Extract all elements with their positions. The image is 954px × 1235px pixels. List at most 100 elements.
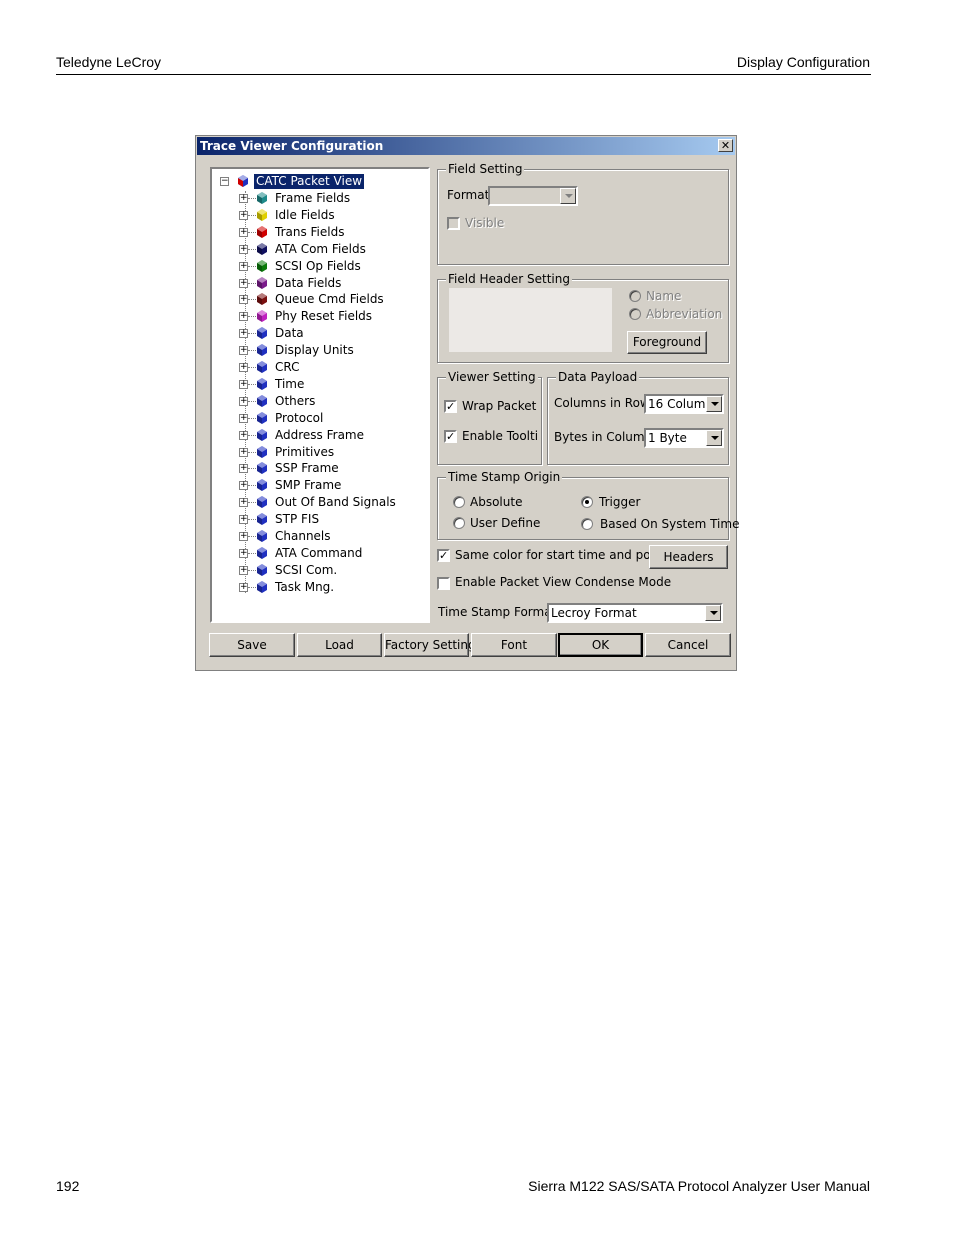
tree-item[interactable]: + Channels	[236, 529, 416, 546]
check-icon: ✓	[446, 430, 456, 443]
check-icon: ✓	[439, 549, 449, 562]
condense-mode-checkbox[interactable]	[437, 577, 450, 590]
dialog-titlebar[interactable]: Trace Viewer Configuration ✕	[197, 137, 735, 155]
format-select[interactable]	[488, 186, 578, 206]
expand-icon[interactable]: +	[239, 413, 248, 423]
tree-item[interactable]: + Out Of Band Signals	[236, 495, 416, 512]
tree-item[interactable]: + SCSI Op Fields	[236, 259, 416, 276]
cube-icon	[257, 445, 267, 458]
expand-icon[interactable]: +	[239, 532, 248, 541]
chevron-down-icon[interactable]	[706, 396, 722, 412]
expand-icon[interactable]: +	[239, 582, 248, 592]
cube-icon	[257, 428, 267, 441]
cube-icon	[257, 208, 267, 221]
tree-item[interactable]: + Task Mng.	[236, 580, 416, 597]
cube-icon	[257, 479, 267, 492]
dialog-title: Trace Viewer Configuration	[200, 139, 384, 153]
close-button[interactable]: ✕	[718, 139, 733, 152]
tree-item[interactable]: + STP FIS	[236, 512, 416, 529]
tree-item[interactable]: + Queue Cmd Fields	[236, 292, 416, 309]
system-time-radio[interactable]	[581, 518, 593, 530]
absolute-radio[interactable]	[453, 496, 465, 508]
expand-icon[interactable]: +	[239, 548, 248, 558]
cancel-button[interactable]: Cancel	[645, 633, 731, 657]
tree-item-label: Idle Fields	[275, 207, 335, 222]
expand-icon[interactable]: +	[239, 464, 248, 474]
chevron-down-icon[interactable]	[560, 188, 576, 204]
tree-item[interactable]: + Others	[236, 394, 416, 411]
abbreviation-radio[interactable]	[629, 308, 641, 320]
cube-icon	[257, 546, 267, 559]
expand-icon[interactable]: +	[239, 498, 248, 508]
name-radio[interactable]	[629, 290, 641, 302]
expand-icon[interactable]: +	[239, 227, 248, 237]
trigger-radio[interactable]	[581, 496, 593, 508]
field-header-preview	[449, 288, 612, 352]
tree-item[interactable]: + Primitives	[236, 445, 416, 462]
expand-icon[interactable]: +	[239, 447, 248, 457]
chevron-down-icon[interactable]	[706, 430, 722, 446]
save-button[interactable]: Save	[209, 633, 295, 657]
expand-icon[interactable]: +	[239, 430, 248, 440]
tree-item[interactable]: + SMP Frame	[236, 478, 416, 495]
foreground-button[interactable]: Foreground	[627, 331, 707, 354]
viewer-setting-title: Viewer Setting	[446, 370, 538, 384]
tree-item[interactable]: + Phy Reset Fields	[236, 309, 416, 326]
expand-icon[interactable]: +	[239, 278, 248, 288]
expand-icon[interactable]: +	[239, 515, 248, 525]
tree-item[interactable]: + Frame Fields	[236, 191, 416, 208]
collapse-icon[interactable]: −	[220, 177, 229, 186]
tree-item[interactable]: + SSP Frame	[236, 461, 416, 478]
expand-icon[interactable]: +	[239, 244, 248, 254]
tree-item[interactable]: + ATA Command	[236, 546, 416, 563]
tree-item[interactable]: + Data Fields	[236, 276, 416, 293]
tree-item[interactable]: + Protocol	[236, 411, 416, 428]
tree-item[interactable]: + Trans Fields	[236, 225, 416, 242]
expand-icon[interactable]: +	[239, 346, 248, 356]
enable-tooltips-checkbox[interactable]: ✓	[444, 430, 457, 443]
tree-item-label: SMP Frame	[275, 478, 342, 493]
tree-item[interactable]: + Data	[236, 326, 416, 343]
field-setting-title: Field Setting	[446, 162, 525, 176]
tree-item[interactable]: + SCSI Com.	[236, 563, 416, 580]
load-button[interactable]: Load	[297, 633, 382, 657]
tree-item[interactable]: + Time	[236, 377, 416, 394]
columns-label: Columns in Row:	[554, 396, 654, 410]
tree-item[interactable]: + CRC	[236, 360, 416, 377]
expand-icon[interactable]: +	[239, 379, 248, 389]
expand-icon[interactable]: +	[239, 295, 248, 305]
user-define-label: User Define	[470, 516, 541, 530]
time-stamp-origin-title: Time Stamp Origin	[446, 470, 563, 484]
tree-item[interactable]: + Idle Fields	[236, 208, 416, 225]
expand-icon[interactable]: +	[239, 261, 248, 271]
condense-mode-label: Enable Packet View Condense Mode	[455, 575, 672, 589]
cube-icon	[257, 377, 267, 390]
wrap-packet-checkbox[interactable]: ✓	[444, 400, 457, 413]
field-tree[interactable]: − CATC Packet View + Frame Fields + Idle Fi…	[210, 167, 430, 623]
visible-checkbox[interactable]	[447, 217, 460, 230]
cube-icon	[257, 192, 267, 204]
expand-icon[interactable]: +	[239, 329, 248, 339]
expand-icon[interactable]: +	[239, 481, 248, 491]
tree-item[interactable]: + ATA Com Fields	[236, 242, 416, 259]
user-define-radio[interactable]	[453, 517, 465, 529]
chevron-down-icon[interactable]	[705, 605, 721, 621]
expand-icon[interactable]: +	[239, 363, 248, 372]
time-stamp-format-select[interactable]: Lecroy Format	[547, 603, 723, 623]
bytes-select[interactable]: 1 Byte	[644, 428, 724, 448]
tree-root-label[interactable]: CATC Packet View	[254, 174, 365, 189]
expand-icon[interactable]: +	[239, 210, 248, 220]
font-button[interactable]: Font	[471, 633, 557, 657]
expand-icon[interactable]: +	[239, 565, 248, 575]
columns-select[interactable]: 16 Column	[644, 394, 724, 414]
tree-item[interactable]: + Display Units	[236, 343, 416, 360]
tree-item[interactable]: + Address Frame	[236, 428, 416, 445]
headers-button[interactable]: Headers	[649, 545, 728, 569]
expand-icon[interactable]: +	[239, 312, 248, 322]
ok-button[interactable]: OK	[558, 633, 643, 657]
expand-icon[interactable]: +	[239, 194, 248, 203]
tree-root-node[interactable]: − CATC Packet View	[216, 174, 416, 191]
factory-setting-button[interactable]: Factory Setting	[384, 633, 476, 657]
expand-icon[interactable]: +	[239, 396, 248, 406]
same-color-checkbox[interactable]: ✓	[437, 549, 450, 562]
